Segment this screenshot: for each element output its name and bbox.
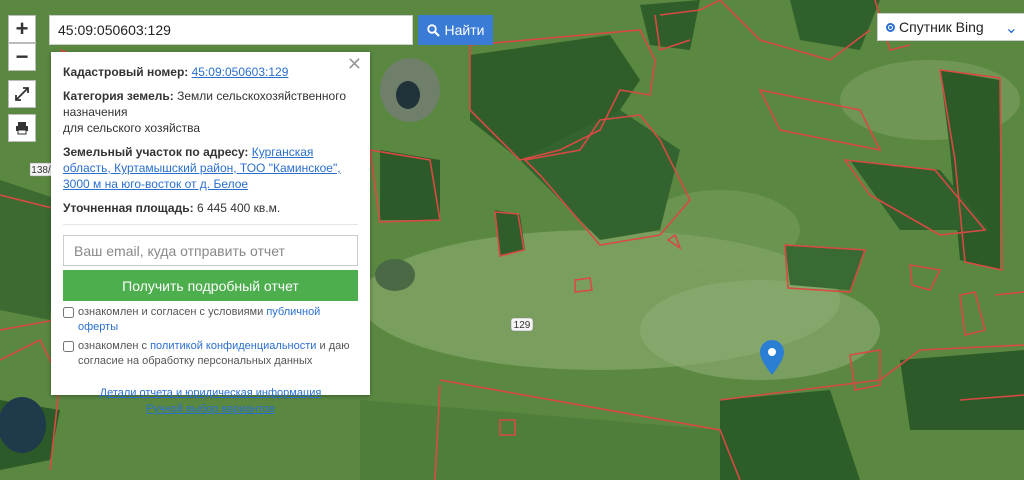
find-button[interactable]: Найти <box>418 15 493 45</box>
area-label: Уточненная площадь: <box>63 201 194 215</box>
water-body <box>0 397 46 453</box>
category-value-2: для сельского хозяйства <box>63 121 201 135</box>
fullscreen-button[interactable] <box>8 80 36 108</box>
address-label: Земельный участок по адресу: <box>63 145 249 159</box>
zoom-in-button[interactable]: + <box>8 15 36 43</box>
cadastral-label: Кадастровый номер: <box>63 65 189 79</box>
parcel-label-138-text: 138/ <box>31 165 51 176</box>
privacy-text: ознакомлен с <box>78 340 151 352</box>
cadastral-number-link[interactable]: 45:09:050603:129 <box>192 65 289 79</box>
expand-icon <box>15 87 29 101</box>
area-value: 6 445 400 кв.м. <box>196 201 281 215</box>
get-report-button[interactable]: Получить подробный отчет <box>63 270 358 301</box>
address-row: Земельный участок по адресу: Курганская … <box>63 144 358 192</box>
zoom-out-button[interactable]: − <box>8 43 36 71</box>
search-icon <box>426 23 440 37</box>
chevron-down-icon: ⌄ <box>1004 20 1018 37</box>
category-row: Категория земель: Земли сельскохозяйстве… <box>63 88 358 136</box>
email-input[interactable] <box>63 235 358 266</box>
find-button-label: Найти <box>444 22 485 38</box>
printer-icon <box>16 122 28 135</box>
privacy-consent[interactable]: ознакомлен с политикой конфиденциальност… <box>63 339 358 369</box>
close-icon[interactable]: ✕ <box>347 55 362 73</box>
print-button[interactable] <box>8 114 36 142</box>
parcel-info-popup: ✕ Кадастровый номер: 45:09:050603:129 Ка… <box>51 52 370 415</box>
parcel-label-129-text: 129 <box>514 320 531 331</box>
offer-consent[interactable]: ознакомлен и согласен с условиями публич… <box>63 305 358 335</box>
parcel-label-129: 129 <box>510 317 534 332</box>
parcel-label-138: 138/ <box>29 162 53 177</box>
manual-selection-link[interactable]: Ручной выбор вариантов <box>146 401 274 417</box>
offer-checkbox[interactable] <box>63 307 74 318</box>
privacy-checkbox[interactable] <box>63 341 74 352</box>
radio-selected-icon <box>886 22 895 32</box>
category-label: Категория земель: <box>63 89 174 103</box>
cadastral-search-input[interactable] <box>49 15 413 45</box>
privacy-policy-link[interactable]: политикой конфиденциальности <box>150 340 316 352</box>
map-layer-select[interactable]: Спутник Bing ⌄ <box>877 13 1024 41</box>
report-details-link[interactable]: Детали отчета и юридическая информация <box>100 385 322 401</box>
popup-footer: Детали отчета и юридическая информация Р… <box>63 385 358 417</box>
layer-selected-label: Спутник Bing <box>899 19 984 35</box>
offer-text: ознакомлен и согласен с условиями <box>78 306 267 318</box>
cadastral-row: Кадастровый номер: 45:09:050603:129 <box>63 64 358 80</box>
area-row: Уточненная площадь: 6 445 400 кв.м. <box>63 200 358 216</box>
